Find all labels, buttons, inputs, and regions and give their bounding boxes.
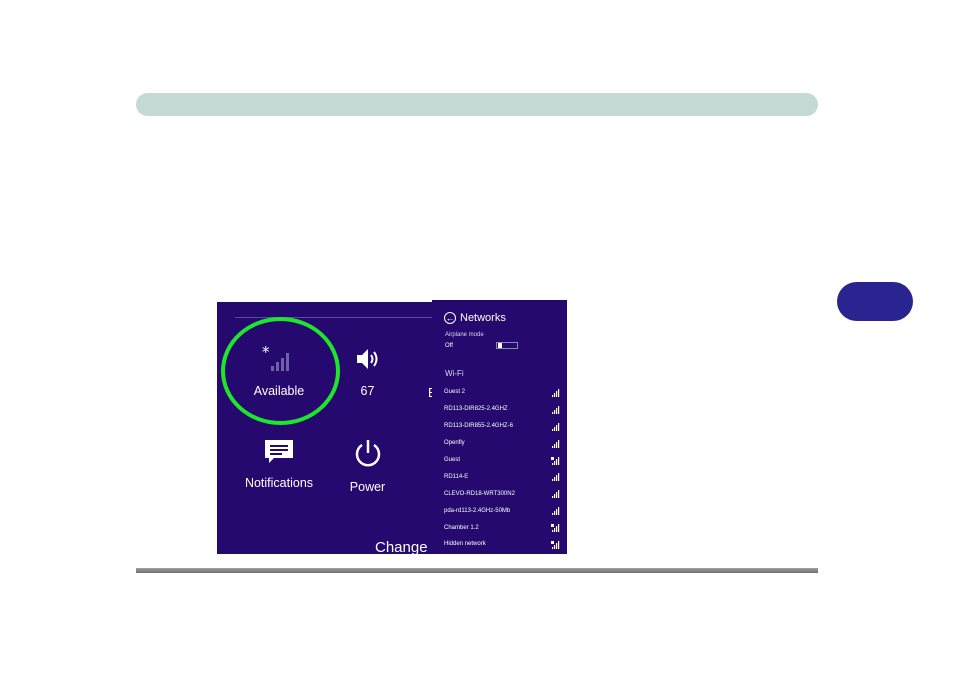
network-name: Guest [444,457,461,463]
wifi-signal-icon [552,405,560,414]
airplane-mode-state: Off [445,343,453,349]
networks-title: Networks [460,312,506,324]
notifications-tile-label: Notifications [244,476,314,490]
wifi-signal-icon [552,507,560,516]
network-name: pda-rd113-2.4GHz-50Mb [444,507,511,514]
network-item[interactable]: Guest 2 [432,384,567,401]
highlight-circle [221,317,340,425]
wifi-secured-signal-icon [551,524,560,533]
network-name: RD113-DIR825-2.4GHZ [444,406,508,413]
power-tile-label: Power [349,480,386,494]
network-item[interactable]: Chamber 1.2 [432,519,567,536]
network-name: Guest 2 [444,389,466,396]
network-list: Guest 2 RD113-DIR825-2.4GHZ RD113-DIR855-2… [432,384,567,553]
networks-flyout: ← Networks Airplane mode Off Wi-Fi Guest… [432,300,567,554]
network-name: RD113-DIR855-2.4GHZ-6 [444,423,513,430]
back-arrow-icon[interactable]: ← [444,312,456,324]
chapter-tab [837,282,913,321]
airplane-mode-label: Airplane mode [445,332,484,338]
wifi-secured-signal-icon [551,456,560,465]
networks-header: ← Networks [444,311,506,325]
network-name: CLEVO-RD18-WRT300N2 [444,490,515,497]
network-item[interactable]: Guest [432,452,567,469]
network-item[interactable]: pda-rd113-2.4GHz-50Mb [432,502,567,519]
network-name: RD114-E [444,473,469,480]
wifi-heading: Wi-Fi [445,369,464,378]
speaker-volume-icon [356,349,377,369]
network-name: Openfly [444,440,465,447]
network-item[interactable]: RD113-DIR855-2.4GHZ-6 [432,418,567,435]
airplane-mode-toggle[interactable] [496,342,518,349]
power-icon [355,440,380,467]
power-tile[interactable]: Power [345,438,390,494]
network-item[interactable]: RD113-DIR825-2.4GHZ [432,401,567,418]
wifi-secured-signal-icon [551,541,560,550]
volume-tile[interactable]: 67 [345,346,390,398]
network-item[interactable]: CLEVO-RD18-WRT300N2 [432,485,567,502]
footer-rule [136,568,818,573]
change-pc-settings-link[interactable]: Change | [375,539,434,554]
page-header-bar [136,93,818,116]
network-item[interactable]: RD114-E [432,468,567,485]
volume-tile-label: 67 [360,384,375,398]
network-item[interactable]: Openfly [432,435,567,452]
wifi-signal-icon [552,422,560,431]
wifi-signal-icon [552,473,560,482]
network-item[interactable]: Hidden network [432,536,567,553]
network-name: Hidden network [444,541,486,548]
notifications-icon [265,440,293,463]
network-name: Chamber 1.2 [444,524,479,531]
notifications-tile[interactable]: Notifications [239,438,319,490]
wifi-signal-icon [552,389,560,397]
wifi-signal-icon [552,439,560,448]
wifi-signal-icon [552,490,560,499]
